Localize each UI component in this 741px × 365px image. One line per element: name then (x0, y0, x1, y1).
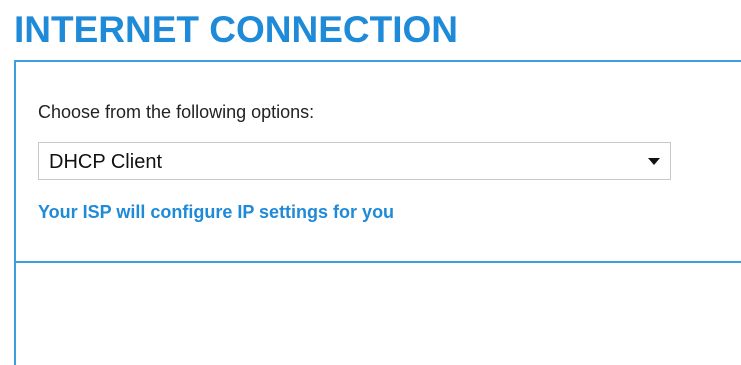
page: INTERNET CONNECTION Choose from the foll… (0, 0, 741, 365)
chevron-down-icon (648, 158, 660, 165)
options-label: Choose from the following options: (38, 102, 315, 122)
connection-info-text: Your ISP will configure IP settings for … (38, 202, 395, 222)
page-title: INTERNET CONNECTION (14, 9, 458, 50)
lower-panel (14, 263, 741, 365)
connection-type-value: DHCP Client (49, 151, 162, 173)
connection-type-select[interactable]: DHCP Client (38, 142, 671, 180)
